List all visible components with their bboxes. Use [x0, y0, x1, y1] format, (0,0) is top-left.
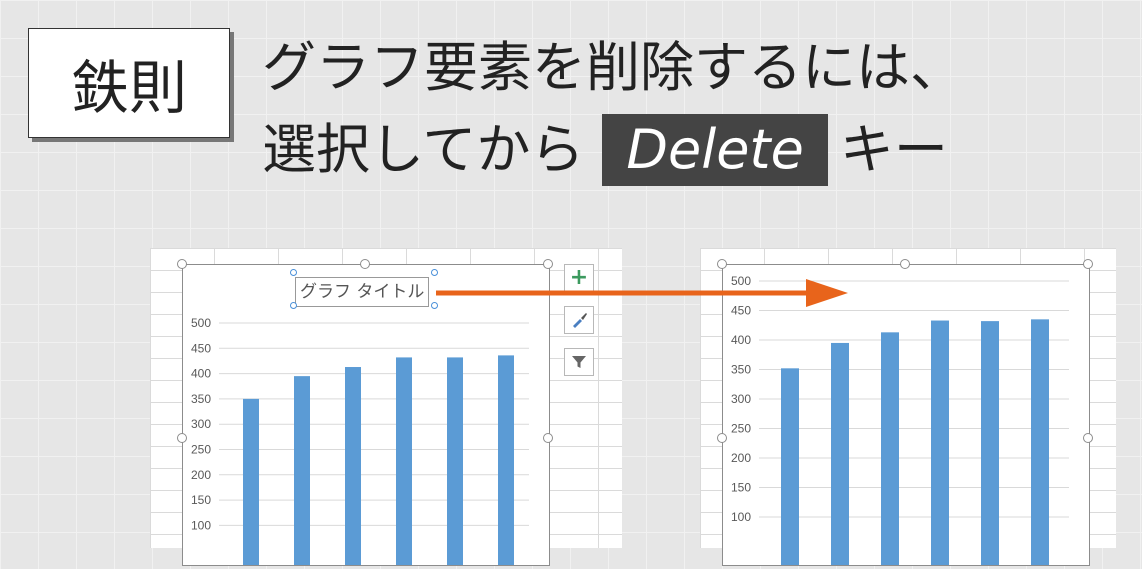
chart-filters-button[interactable]	[564, 348, 594, 376]
rule-badge-label: 鉄則	[70, 54, 187, 122]
headline-line2-prefix: 選択してから	[262, 118, 585, 181]
left-y-tick-label: 350	[191, 392, 211, 406]
brush-icon	[573, 313, 587, 328]
rule-badge: 鉄則	[28, 28, 230, 138]
title-selection-handle[interactable]	[290, 269, 297, 276]
delete-key-label: Delete	[602, 114, 828, 186]
right-y-tick-label: 400	[731, 333, 751, 347]
left-y-tick-label: 300	[191, 417, 211, 431]
right-bar[interactable]	[981, 321, 999, 569]
chart-plot-left: 500 450 400 350 300 250 200 150 100	[191, 316, 529, 569]
headline-line2: 選択してから Delete キー	[262, 114, 964, 186]
chart-resize-handle[interactable]	[360, 259, 370, 269]
right-bar[interactable]	[1031, 319, 1049, 569]
chart-resize-handle[interactable]	[543, 259, 553, 269]
title-selection-handle[interactable]	[290, 302, 297, 309]
chart-resize-handle[interactable]	[177, 433, 187, 443]
chart-resize-handle[interactable]	[1083, 433, 1093, 443]
left-bar[interactable]	[345, 367, 361, 569]
chart-resize-handle[interactable]	[177, 259, 187, 269]
left-y-tick-label: 150	[191, 493, 211, 507]
left-y-tick-label: 200	[191, 468, 211, 482]
chart-resize-handle[interactable]	[900, 259, 910, 269]
title-selection-handle[interactable]	[431, 269, 438, 276]
right-y-tick-label: 100	[731, 510, 751, 524]
chart-resize-handle[interactable]	[543, 433, 553, 443]
chart-styles-button[interactable]	[564, 306, 594, 334]
arrow-icon	[436, 279, 848, 307]
headline: グラフ要素を削除するには、 選択してから Delete キー	[262, 36, 964, 186]
right-bar[interactable]	[781, 368, 799, 569]
left-bar[interactable]	[396, 357, 412, 569]
chart-resize-handle[interactable]	[717, 433, 727, 443]
chart-title-selected[interactable]: グラフ タイトル	[295, 277, 430, 307]
chart-resize-handle[interactable]	[717, 259, 727, 269]
right-y-tick-label: 200	[731, 451, 751, 465]
chart-plot-right: 500450400350300250200150100	[731, 274, 1069, 569]
chart-title-text: グラフ タイトル	[300, 282, 425, 302]
left-bar[interactable]	[447, 357, 463, 569]
chart-resize-handle[interactable]	[1083, 259, 1093, 269]
left-bar[interactable]	[243, 398, 259, 569]
left-y-tick-label: 400	[191, 367, 211, 381]
right-y-tick-label: 300	[731, 392, 751, 406]
left-y-tick-label: 450	[191, 341, 211, 355]
right-y-tick-label: 250	[731, 422, 751, 436]
headline-line2-suffix: キー	[839, 118, 948, 181]
left-bar[interactable]	[294, 376, 310, 569]
left-y-tick-label: 500	[191, 316, 211, 330]
left-y-tick-label: 250	[191, 443, 211, 457]
right-y-tick-label: 350	[731, 363, 751, 377]
right-bar[interactable]	[931, 320, 949, 569]
left-y-tick-label: 100	[191, 518, 211, 532]
filter-icon	[572, 356, 586, 368]
headline-line1: グラフ要素を削除するには、	[262, 36, 964, 99]
right-bar[interactable]	[881, 332, 899, 569]
left-bar[interactable]	[498, 355, 514, 569]
right-bar[interactable]	[831, 342, 849, 569]
right-y-tick-label: 150	[731, 481, 751, 495]
